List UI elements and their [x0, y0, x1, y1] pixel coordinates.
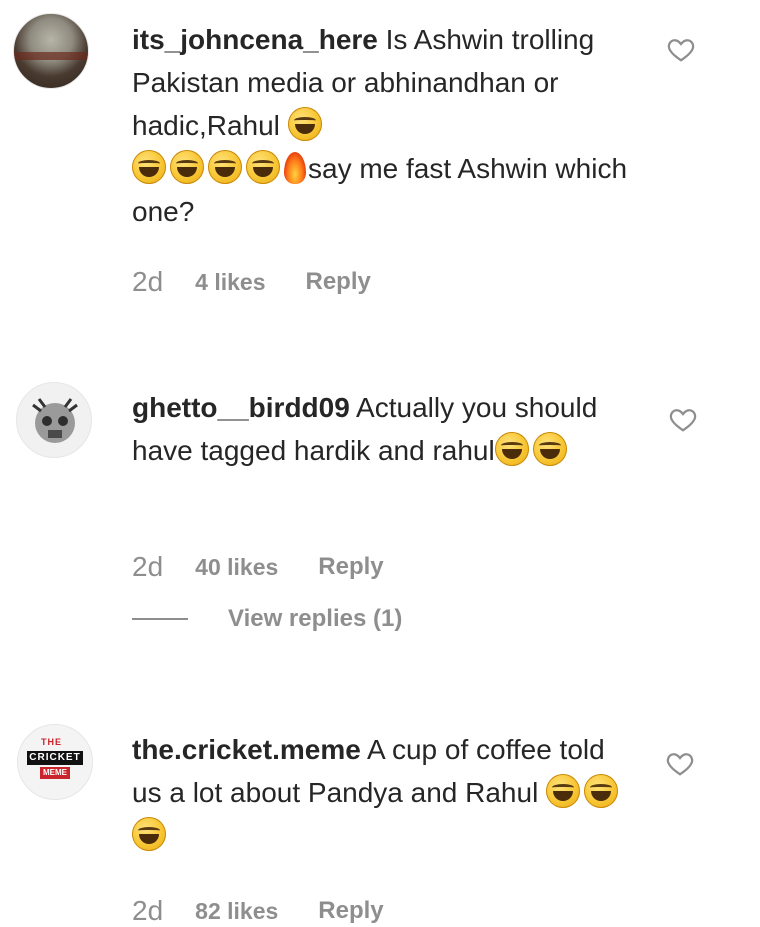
fire-emoji — [284, 152, 306, 184]
view-replies-button[interactable]: View replies (1) — [132, 605, 402, 633]
heart-outline-icon[interactable] — [668, 404, 698, 434]
face-with-tears-of-joy-emoji — [584, 774, 619, 808]
reply-button[interactable]: Reply — [318, 897, 383, 925]
reply-button[interactable]: Reply — [318, 553, 383, 581]
badge-text-top: THE — [41, 737, 62, 747]
likes-count[interactable]: 40 likes — [195, 554, 278, 581]
heart-outline-icon[interactable] — [665, 748, 695, 778]
reply-button[interactable]: Reply — [306, 268, 371, 296]
likes-count[interactable]: 82 likes — [195, 898, 278, 925]
face-with-tears-of-joy-emoji — [494, 432, 529, 466]
comment-meta: 2d 82 likes Reply — [132, 895, 384, 927]
comment-time: 2d — [132, 551, 164, 582]
view-replies-label: View replies (1) — [228, 605, 403, 632]
avatar[interactable]: THE CRICKET MEME — [17, 724, 93, 800]
comment-username[interactable]: the.cricket.meme — [132, 734, 361, 765]
comment-time: 2d — [132, 895, 164, 926]
comment-body: the.cricket.meme A cup of coffee told us… — [132, 728, 632, 857]
avatar[interactable] — [16, 382, 92, 458]
avatar[interactable] — [13, 13, 89, 89]
comment-text: say me fast Ashwin which one? — [132, 153, 628, 227]
face-with-tears-of-joy-emoji — [132, 817, 166, 851]
face-with-tears-of-joy-emoji — [532, 432, 567, 466]
face-with-tears-of-joy-emoji — [132, 150, 166, 184]
face-with-tears-of-joy-emoji — [208, 150, 242, 184]
avatar-skull-icon — [32, 398, 78, 443]
comment-meta: 2d 40 likes Reply — [132, 551, 384, 583]
comment-body: its_johncena_here Is Ashwin trolling Pak… — [132, 18, 632, 233]
face-with-tears-of-joy-emoji — [546, 774, 581, 808]
divider — [132, 618, 188, 620]
comment-time: 2d — [132, 266, 164, 297]
comment-username[interactable]: its_johncena_here — [132, 24, 378, 55]
face-with-tears-of-joy-emoji — [170, 150, 204, 184]
comment-meta: 2d 4 likes Reply — [132, 266, 371, 298]
badge-text-middle: CRICKET — [27, 751, 83, 765]
comment-body: ghetto__birdd09 Actually you should have… — [132, 386, 632, 472]
heart-outline-icon[interactable] — [666, 34, 696, 64]
likes-count[interactable]: 4 likes — [195, 269, 265, 296]
comment-username[interactable]: ghetto__birdd09 — [132, 392, 350, 423]
badge-text-bottom: MEME — [40, 767, 70, 779]
face-with-tears-of-joy-emoji — [287, 107, 322, 141]
face-with-tears-of-joy-emoji — [246, 150, 280, 184]
